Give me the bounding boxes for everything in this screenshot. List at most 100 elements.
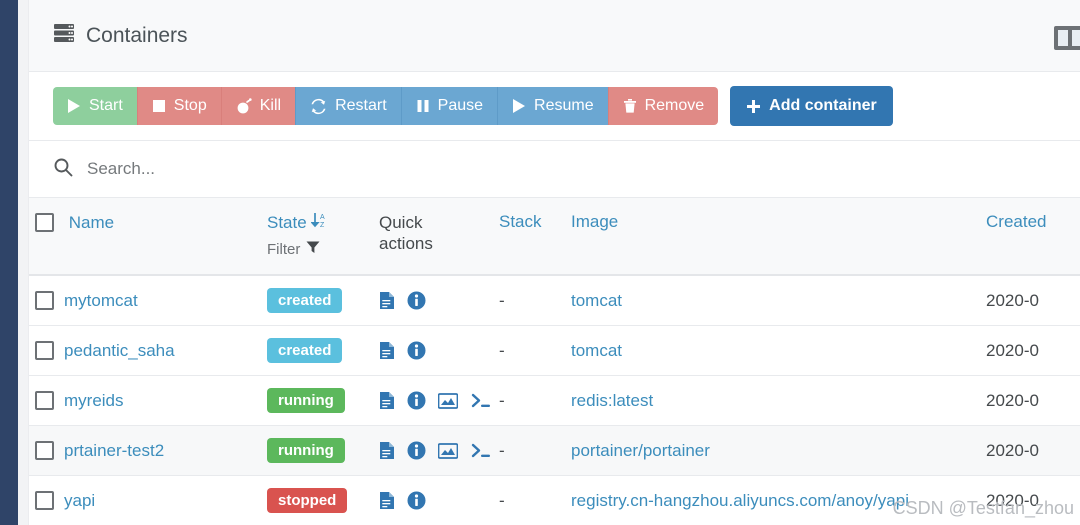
table-row[interactable]: yapi stopped - registry.cn-hangzhou.aliyunc… (29, 475, 1080, 525)
container-name-link[interactable]: myreids (64, 391, 124, 410)
table-row[interactable]: myreids running - redis:latest 2020-0 (29, 375, 1080, 426)
restart-button-label: Restart (335, 97, 387, 114)
image-link[interactable]: redis:latest (571, 391, 653, 410)
kill-button-label: Kill (259, 97, 282, 114)
cell-state: running (261, 375, 373, 426)
status-badge: running (267, 388, 345, 413)
cell-stack: - (493, 475, 565, 525)
cell-image: registry.cn-hangzhou.aliyuncs.com/anoy/y… (565, 475, 980, 525)
add-container-button[interactable]: Add container (730, 86, 893, 126)
cell-name: myreids (29, 375, 261, 426)
logs-icon[interactable] (379, 491, 395, 510)
container-name-link[interactable]: mytomcat (64, 291, 138, 310)
col-header-image[interactable]: Image (565, 198, 980, 276)
table-row[interactable]: mytomcat created - tomcat 2020-0 (29, 275, 1080, 326)
logs-icon[interactable] (379, 341, 395, 360)
cell-name: pedantic_saha (29, 325, 261, 376)
container-name-link[interactable]: pedantic_saha (64, 341, 175, 360)
cell-image: tomcat (565, 325, 980, 376)
cell-stack: - (493, 275, 565, 326)
container-action-button-group: Start Stop Kill Restart Pause Resume Rem… (53, 87, 719, 125)
col-header-stack[interactable]: Stack (493, 198, 565, 276)
info-icon[interactable] (407, 341, 426, 360)
row-checkbox[interactable] (35, 491, 54, 511)
info-icon[interactable] (407, 291, 426, 310)
select-all-checkbox[interactable] (35, 213, 54, 233)
col-header-state[interactable]: State A Z Filter (261, 198, 373, 276)
stats-icon[interactable] (438, 442, 458, 460)
image-link[interactable]: tomcat (571, 291, 622, 310)
stats-icon[interactable] (438, 392, 458, 410)
container-name-link[interactable]: yapi (64, 491, 95, 510)
cell-image: portainer/portainer (565, 425, 980, 476)
search-icon (53, 157, 73, 182)
col-header-name[interactable]: Name (29, 198, 261, 276)
kill-button[interactable]: Kill (220, 87, 296, 125)
state-filter-control[interactable]: Filter (267, 240, 367, 258)
image-link[interactable]: portainer/portainer (571, 441, 710, 460)
table-row[interactable]: prtainer-test2 running - portainer/portaine… (29, 425, 1080, 476)
search-input[interactable] (87, 159, 1056, 179)
image-link[interactable]: registry.cn-hangzhou.aliyuncs.com/anoy/y… (571, 491, 909, 510)
container-name-link[interactable]: prtainer-test2 (64, 441, 164, 460)
cell-quick-actions (373, 325, 493, 376)
col-header-created[interactable]: Created (980, 198, 1080, 276)
search-bar (29, 140, 1080, 198)
restart-button[interactable]: Restart (295, 87, 401, 125)
table-row[interactable]: pedantic_saha created - tomcat 2020-0 (29, 325, 1080, 376)
cell-quick-actions (373, 475, 493, 525)
status-badge: created (267, 338, 343, 363)
columns-layout-icon[interactable] (1054, 25, 1080, 56)
remove-button-label: Remove (644, 97, 705, 114)
cell-state: created (261, 275, 373, 326)
status-badge: created (267, 288, 343, 313)
pause-icon (416, 98, 430, 114)
col-header-name-label: Name (68, 212, 115, 232)
image-link[interactable]: tomcat (571, 341, 622, 360)
row-checkbox[interactable] (35, 441, 54, 461)
status-badge: stopped (267, 488, 348, 513)
main-panel: Containers Start Stop Kill Restart Pause… (28, 0, 1080, 525)
sidebar-gap (18, 0, 28, 525)
cell-name: yapi (29, 475, 261, 525)
start-button[interactable]: Start (53, 87, 137, 125)
cell-quick-actions (373, 375, 493, 426)
remove-button[interactable]: Remove (607, 87, 719, 125)
resume-button[interactable]: Resume (497, 87, 608, 125)
info-icon[interactable] (407, 491, 426, 510)
row-checkbox[interactable] (35, 291, 54, 311)
filter-label: Filter (267, 240, 301, 258)
console-icon[interactable] (470, 392, 492, 410)
cell-image: redis:latest (565, 375, 980, 426)
app-root: Containers Start Stop Kill Restart Pause… (0, 0, 1080, 525)
add-container-label: Add container (769, 97, 877, 114)
col-header-created-label: Created (986, 212, 1047, 231)
stop-button-label: Stop (173, 97, 207, 114)
cell-stack: - (493, 325, 565, 376)
start-button-label: Start (89, 97, 123, 114)
pause-button[interactable]: Pause (400, 87, 498, 125)
containers-table-body: mytomcat created - tomcat 2020-0 pedantic_sah… (29, 275, 1080, 525)
console-icon[interactable] (470, 442, 492, 460)
cell-stack: - (493, 425, 565, 476)
col-header-state-label: State (267, 213, 307, 232)
stop-button[interactable]: Stop (136, 87, 221, 125)
cell-quick-actions (373, 275, 493, 326)
panel-title-text: Containers (86, 23, 188, 47)
logs-icon[interactable] (379, 291, 395, 310)
logs-icon[interactable] (379, 441, 395, 460)
stop-icon (152, 98, 166, 114)
cell-created: 2020-0 (980, 425, 1080, 476)
row-checkbox[interactable] (35, 391, 54, 411)
pause-button-label: Pause (437, 97, 484, 114)
svg-text:A: A (320, 214, 325, 221)
action-toolbar: Start Stop Kill Restart Pause Resume Rem… (29, 72, 1080, 140)
row-checkbox[interactable] (35, 341, 54, 361)
info-icon[interactable] (407, 391, 426, 410)
cell-created: 2020-0 (980, 475, 1080, 525)
info-icon[interactable] (407, 441, 426, 460)
logs-icon[interactable] (379, 391, 395, 410)
cell-state: running (261, 425, 373, 476)
cell-created: 2020-0 (980, 325, 1080, 376)
play-icon (512, 98, 526, 114)
